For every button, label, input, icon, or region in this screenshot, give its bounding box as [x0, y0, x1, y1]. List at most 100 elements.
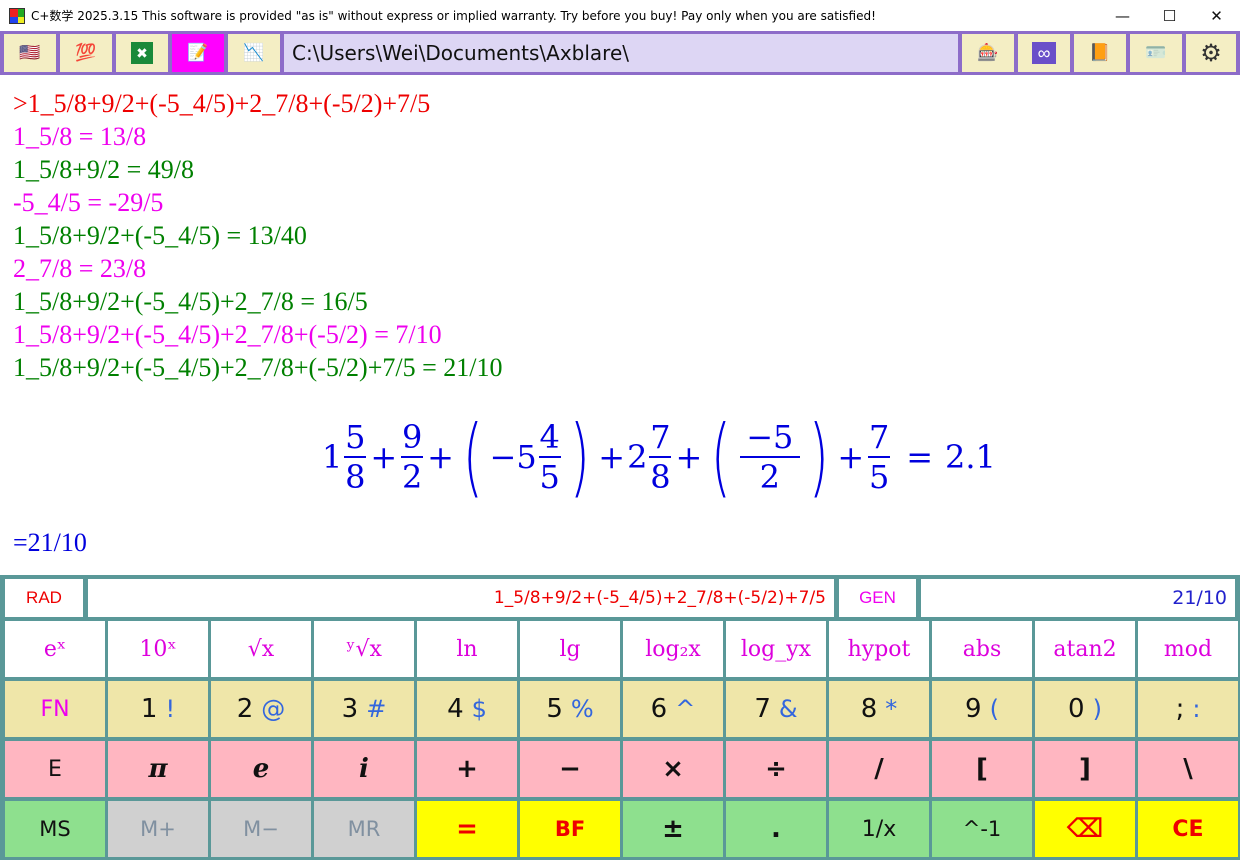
id-card-button[interactable]: 🪪	[1130, 34, 1182, 72]
window-title: C+数学 2025.3.15 This software is provided…	[31, 9, 876, 23]
angle-mode-button[interactable]: RAD	[5, 579, 83, 617]
keypad: RAD 1_5/8+9/2+(-5_4/5)+2_7/8+(-5/2)+7/5 …	[0, 575, 1240, 860]
imaginary-key[interactable]: i	[314, 741, 414, 797]
backspace-icon[interactable]: ⌫	[1035, 801, 1135, 857]
us-flag-button[interactable]: 🇺🇸	[4, 34, 56, 72]
book-button[interactable]: 📙	[1074, 34, 1126, 72]
fraction: 92	[401, 418, 424, 496]
app-icon	[9, 7, 25, 24]
notepad-icon: 📝	[187, 43, 209, 62]
backslash-key[interactable]: \	[1138, 741, 1238, 797]
minimize-button[interactable]: —	[1099, 0, 1146, 31]
infinity-button[interactable]: ∞	[1018, 34, 1070, 72]
hundred-points-icon: 💯	[75, 43, 97, 62]
key-1[interactable]: 1!	[108, 681, 208, 737]
fraction: 45	[538, 418, 561, 496]
key-9[interactable]: 9(	[932, 681, 1032, 737]
inverse-key[interactable]: ^-1	[932, 801, 1032, 857]
output-area: >1_5/8+9/2+(-5_4/5)+2_7/8+(-5/2)+7/5 1_5…	[0, 75, 1240, 575]
plus-minus-key[interactable]: ±	[623, 801, 723, 857]
maximize-button[interactable]: ☐	[1146, 0, 1193, 31]
decimal-key[interactable]: .	[726, 801, 826, 857]
sqrt-key[interactable]: √x	[211, 621, 311, 677]
log2-key[interactable]: log₂x	[623, 621, 723, 677]
key-7[interactable]: 7 &	[726, 681, 826, 737]
plus-key[interactable]: +	[417, 741, 517, 797]
fraction: 78	[649, 418, 672, 496]
mod-key[interactable]: mod	[1138, 621, 1238, 677]
key-8[interactable]: 8 *	[829, 681, 929, 737]
memory-store-key[interactable]: MS	[5, 801, 105, 857]
slot-machine-button[interactable]: 🎰	[962, 34, 1014, 72]
logy-key[interactable]: log_yx	[726, 621, 826, 677]
window-controls: — ☐ ✕	[1099, 0, 1240, 31]
input-line: >1_5/8+9/2+(-5_4/5)+2_7/8+(-5/2)+7/5	[13, 89, 431, 118]
expression-display[interactable]: 1_5/8+9/2+(-5_4/5)+2_7/8+(-5/2)+7/5	[88, 579, 834, 617]
step-line: 1_5/8+9/2 = 49/8	[13, 155, 194, 184]
rendered-formula: 1 58 + 92 + ( −5 45 ) + 2 78 + ( −5 2 ) +…	[322, 407, 996, 507]
memory-add-key[interactable]: M+	[108, 801, 208, 857]
toolbar: 🇺🇸 💯 ✖ 📝 📉 C:\Users\Wei\Documents\Axblar…	[0, 31, 1240, 75]
chart-button[interactable]: 📉	[228, 34, 280, 72]
formula-result: 2.1	[945, 438, 996, 476]
root-key[interactable]: ʸ√x	[314, 621, 414, 677]
pi-key[interactable]: π	[108, 741, 208, 797]
euler-key[interactable]: e	[211, 741, 311, 797]
excel-icon: ✖	[131, 42, 153, 64]
multiply-key[interactable]: ×	[623, 741, 723, 797]
left-bracket-key[interactable]: [	[932, 741, 1032, 797]
bf-key[interactable]: BF	[520, 801, 620, 857]
fraction: 75	[868, 418, 891, 496]
semicolon-key[interactable]: ;:	[1138, 681, 1238, 737]
pow10-key[interactable]: 10ˣ	[108, 621, 208, 677]
fn-key[interactable]: FN	[5, 681, 105, 737]
step-line: -5_4/5 = -29/5	[13, 188, 164, 217]
divide-key[interactable]: ÷	[726, 741, 826, 797]
exp-key[interactable]: eˣ	[5, 621, 105, 677]
key-6[interactable]: 6 ^	[623, 681, 723, 737]
slash-key[interactable]: /	[829, 741, 929, 797]
memory-subtract-key[interactable]: M−	[211, 801, 311, 857]
close-button[interactable]: ✕	[1193, 0, 1240, 31]
result-line: =21/10	[13, 528, 87, 557]
settings-button[interactable]: ⚙	[1186, 34, 1236, 72]
us-flag-icon: 🇺🇸	[19, 43, 41, 62]
hundred-points-button[interactable]: 💯	[60, 34, 112, 72]
infinity-icon: ∞	[1032, 42, 1056, 64]
excel-button[interactable]: ✖	[116, 34, 168, 72]
step-line: 1_5/8+9/2+(-5_4/5) = 13/40	[13, 221, 307, 250]
right-bracket-key[interactable]: ]	[1035, 741, 1135, 797]
exponent-key[interactable]: E	[5, 741, 105, 797]
lg-key[interactable]: lg	[520, 621, 620, 677]
step-line: 1_5/8+9/2+(-5_4/5)+2_7/8 = 16/5	[13, 287, 368, 316]
title-bar: C+数学 2025.3.15 This software is provided…	[0, 0, 1240, 31]
key-3[interactable]: 3 #	[314, 681, 414, 737]
slot-machine-icon: 🎰	[977, 43, 999, 62]
hypot-key[interactable]: hypot	[829, 621, 929, 677]
gear-icon: ⚙	[1200, 39, 1222, 67]
abs-key[interactable]: abs	[932, 621, 1032, 677]
format-button[interactable]: GEN	[839, 579, 916, 617]
key-0[interactable]: 0)	[1035, 681, 1135, 737]
step-line: 2_7/8 = 23/8	[13, 254, 147, 283]
step-line: 1_5/8 = 13/8	[13, 122, 147, 151]
minus-key[interactable]: −	[520, 741, 620, 797]
memory-recall-key[interactable]: MR	[314, 801, 414, 857]
clear-entry-key[interactable]: CE	[1138, 801, 1238, 857]
reciprocal-key[interactable]: 1/x	[829, 801, 929, 857]
book-icon: 📙	[1089, 43, 1111, 62]
result-display[interactable]: 21/10	[921, 579, 1235, 617]
ln-key[interactable]: ln	[417, 621, 517, 677]
step-line: 1_5/8+9/2+(-5_4/5)+2_7/8+(-5/2)+7/5 = 21…	[13, 353, 503, 382]
chart-icon: 📉	[243, 43, 265, 62]
fraction: −5 2	[739, 418, 800, 496]
key-5[interactable]: 5%	[520, 681, 620, 737]
path-display[interactable]: C:\Users\Wei\Documents\Axblare\	[284, 34, 958, 72]
id-card-icon: 🪪	[1145, 43, 1167, 62]
notepad-button[interactable]: 📝	[172, 34, 224, 72]
atan2-key[interactable]: atan2	[1035, 621, 1135, 677]
key-2[interactable]: 2 @	[211, 681, 311, 737]
step-line: 1_5/8+9/2+(-5_4/5)+2_7/8+(-5/2) = 7/10	[13, 320, 442, 349]
equals-key[interactable]: =	[417, 801, 517, 857]
key-4[interactable]: 4 $	[417, 681, 517, 737]
